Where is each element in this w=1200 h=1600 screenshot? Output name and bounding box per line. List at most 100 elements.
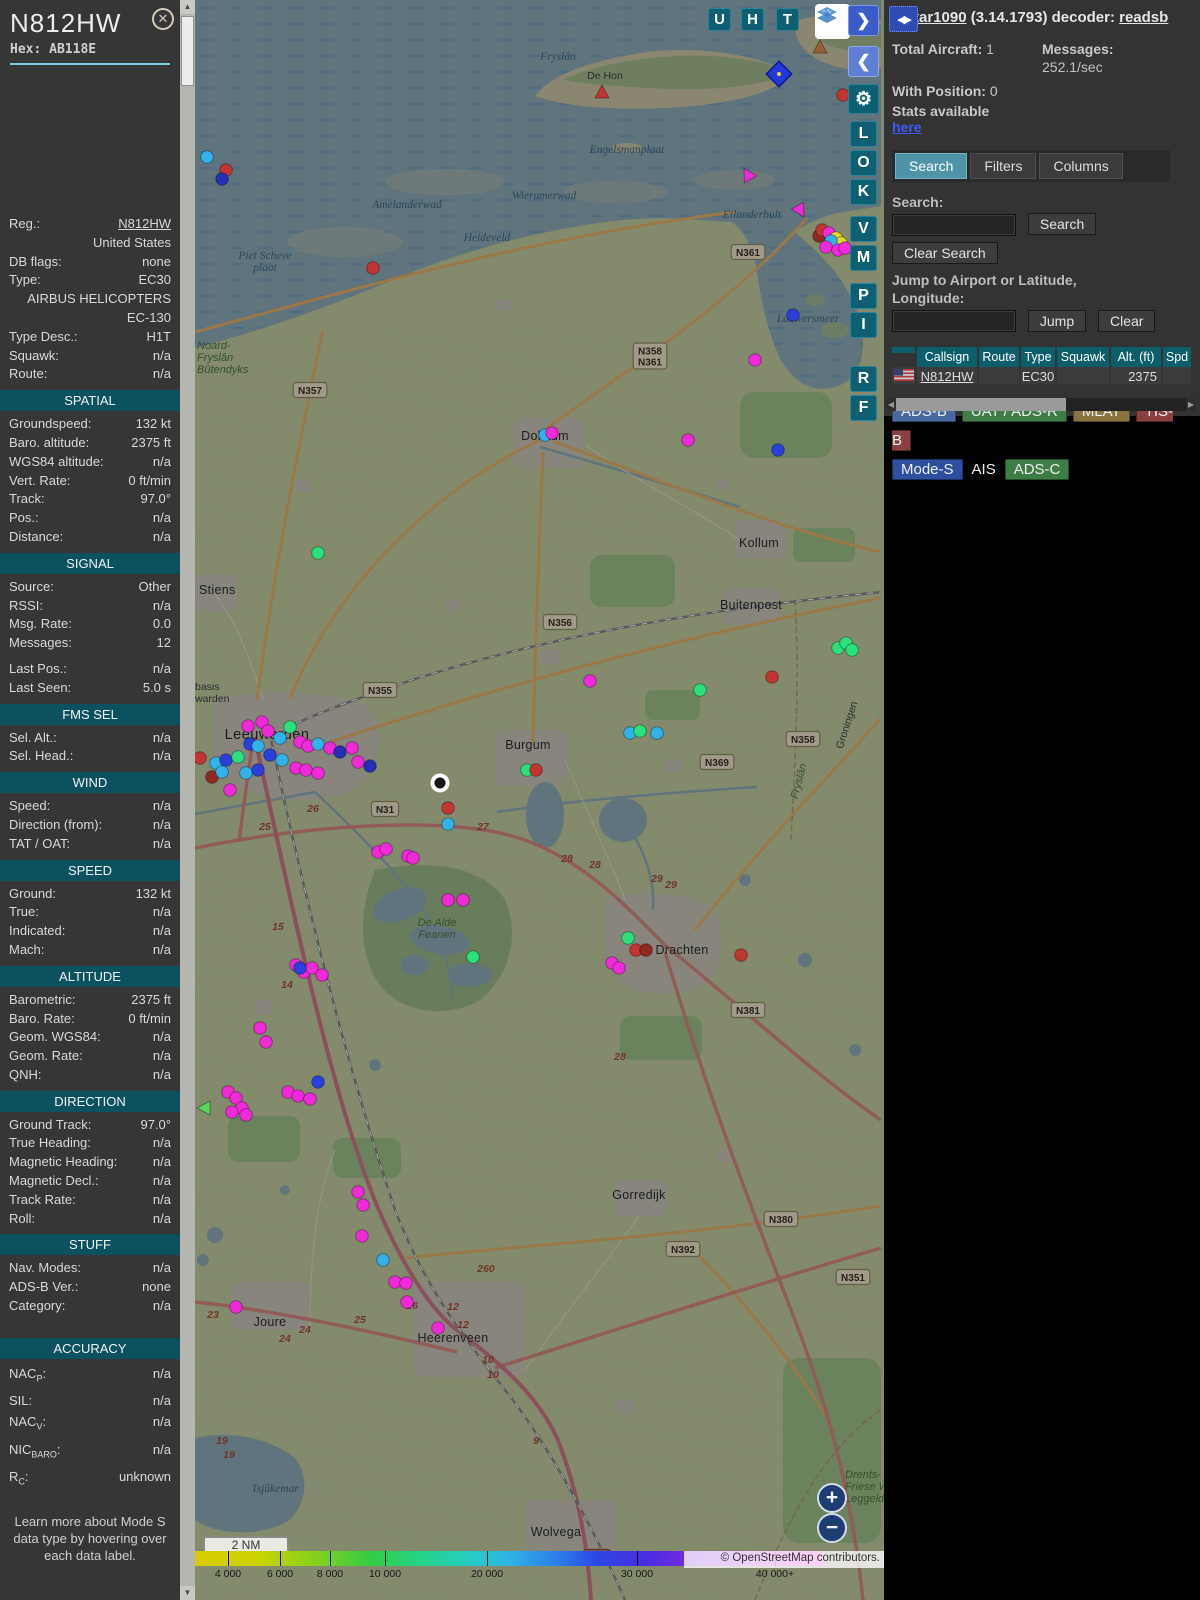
aircraft-history-dot[interactable] <box>299 763 313 777</box>
map-attribution[interactable]: © OpenStreetMap contributors. <box>684 1551 884 1568</box>
map-button-R[interactable]: R <box>850 366 877 392</box>
aircraft-history-dot[interactable] <box>311 1075 325 1089</box>
aircraft-history-dot[interactable] <box>251 739 265 753</box>
aircraft-history-dot[interactable] <box>529 763 543 777</box>
aircraft-history-dot[interactable] <box>351 1185 365 1199</box>
attribution-text[interactable]: © OpenStreetMap contributors. <box>721 1552 880 1564</box>
aircraft-history-dot[interactable] <box>379 842 393 856</box>
aircraft-history-dot[interactable] <box>771 443 785 457</box>
map[interactable]: Fryslân De Hon Engelsmanplaat Wierumerwad Am… <box>195 0 884 1600</box>
map-button-O[interactable]: O <box>850 150 877 176</box>
table-horizontal-scrollbar[interactable]: ◀ ▶ <box>886 398 1196 411</box>
aircraft-history-dot[interactable] <box>786 308 800 322</box>
aircraft-history-dot[interactable] <box>441 801 455 815</box>
aircraft-history-dot[interactable] <box>293 961 307 975</box>
zoom-out-button[interactable]: − <box>817 1513 847 1543</box>
scrollbar-thumb[interactable] <box>181 16 194 86</box>
aircraft-history-dot[interactable] <box>195 751 207 765</box>
aircraft-history-dot[interactable] <box>239 766 253 780</box>
sidebar-scrollbar[interactable]: ▲ ▼ <box>180 0 195 1600</box>
aircraft-history-dot[interactable] <box>583 674 597 688</box>
aircraft-history-dot[interactable] <box>399 1276 413 1290</box>
scroll-up-icon[interactable]: ▲ <box>180 0 195 14</box>
aircraft-history-dot[interactable] <box>333 745 347 759</box>
aircraft-history-dot[interactable] <box>734 948 748 962</box>
map-button-U[interactable]: U <box>708 8 731 31</box>
aircraft-history-dot[interactable] <box>215 172 229 186</box>
aircraft-history-dot[interactable] <box>241 719 255 733</box>
map-button-H[interactable]: H <box>741 8 764 31</box>
aircraft-history-dot[interactable] <box>259 1035 273 1049</box>
column-header[interactable]: Spd <box>1163 347 1191 367</box>
aircraft-history-dot[interactable] <box>291 1089 305 1103</box>
stats-here-link[interactable]: here <box>892 119 922 135</box>
map-button-F[interactable]: F <box>850 395 877 421</box>
aircraft-history-dot[interactable] <box>406 851 420 865</box>
zoom-in-button[interactable]: + <box>817 1483 847 1513</box>
tab-search[interactable]: Search <box>895 153 968 179</box>
aircraft-history-dot[interactable] <box>639 943 653 957</box>
aircraft-history-dot[interactable] <box>441 893 455 907</box>
map-button-K[interactable]: K <box>850 179 877 205</box>
scroll-down-icon[interactable]: ▼ <box>180 1586 195 1600</box>
aircraft-history-dot[interactable] <box>200 150 214 164</box>
aircraft-history-dot[interactable] <box>355 1229 369 1243</box>
aircraft-history-dot[interactable] <box>253 1021 267 1035</box>
aircraft-history-dot[interactable] <box>466 950 480 964</box>
gear-icon[interactable]: ⚙ <box>848 84 879 114</box>
badge-ads-c[interactable]: ADS-C <box>1004 459 1070 480</box>
aircraft-history-dot[interactable] <box>223 783 237 797</box>
map-button-M[interactable]: M <box>850 245 877 271</box>
info-value[interactable]: N812HW <box>118 215 171 234</box>
aircraft-history-dot[interactable] <box>621 931 635 945</box>
table-row[interactable]: N812HW EC30 2375 <box>892 367 1192 384</box>
scroll-right-icon[interactable]: ▶ <box>1186 398 1196 411</box>
map-button-L[interactable]: L <box>850 121 877 147</box>
aircraft-history-dot[interactable] <box>215 765 229 779</box>
jump-clear-button[interactable]: Clear <box>1098 309 1156 332</box>
aircraft-history-dot[interactable] <box>229 1300 243 1314</box>
aircraft-history-dot[interactable] <box>311 737 325 751</box>
aircraft-history-dot[interactable] <box>345 741 359 755</box>
column-header[interactable]: Callsign <box>917 347 977 367</box>
aircraft-history-dot[interactable] <box>431 1321 445 1335</box>
aircraft-history-dot[interactable] <box>315 968 329 982</box>
search-input[interactable] <box>892 213 1016 236</box>
selected-aircraft-marker[interactable] <box>434 777 446 789</box>
map-button-T[interactable]: T <box>776 8 799 31</box>
map-button-I[interactable]: I <box>850 312 877 338</box>
aircraft-history-dot[interactable] <box>819 240 833 254</box>
map-button-P[interactable]: P <box>850 283 877 309</box>
clear-search-button[interactable]: Clear Search <box>892 241 998 264</box>
aircraft-history-dot[interactable] <box>765 670 779 684</box>
hscroll-thumb[interactable] <box>896 398 1066 411</box>
jump-input[interactable] <box>892 310 1016 332</box>
aircraft-history-dot[interactable] <box>366 261 380 275</box>
column-header[interactable]: Alt. (ft) <box>1111 347 1161 367</box>
aircraft-history-dot[interactable] <box>275 753 289 767</box>
aircraft-history-dot[interactable] <box>303 1092 317 1106</box>
tab-filters[interactable]: Filters <box>970 153 1037 179</box>
map-button-V[interactable]: V <box>850 216 877 242</box>
aircraft-history-dot[interactable] <box>239 1108 253 1122</box>
jump-button[interactable]: Jump <box>1027 309 1087 332</box>
aircraft-history-dot[interactable] <box>612 961 626 975</box>
aircraft-history-dot[interactable] <box>225 1105 239 1119</box>
aircraft-history-dot[interactable] <box>376 1253 390 1267</box>
search-button[interactable]: Search <box>1027 213 1097 235</box>
column-header[interactable]: Squawk <box>1057 347 1109 367</box>
aircraft-history-dot[interactable] <box>251 763 265 777</box>
aircraft-history-dot[interactable] <box>311 546 325 560</box>
aircraft-history-dot[interactable] <box>693 683 707 697</box>
tab-columns[interactable]: Columns <box>1039 153 1123 179</box>
aircraft-history-dot[interactable] <box>845 643 859 657</box>
aircraft-history-dot[interactable] <box>650 726 664 740</box>
aircraft-history-dot[interactable] <box>545 426 559 440</box>
aircraft-history-dot[interactable] <box>351 755 365 769</box>
column-header[interactable]: Type <box>1021 347 1055 367</box>
chevron-right-icon[interactable]: ❯ <box>848 5 879 36</box>
aircraft-history-dot[interactable] <box>263 748 277 762</box>
layers-button[interactable] <box>815 4 850 39</box>
callsign-cell[interactable]: N812HW <box>917 367 977 384</box>
aircraft-history-dot[interactable] <box>311 766 325 780</box>
